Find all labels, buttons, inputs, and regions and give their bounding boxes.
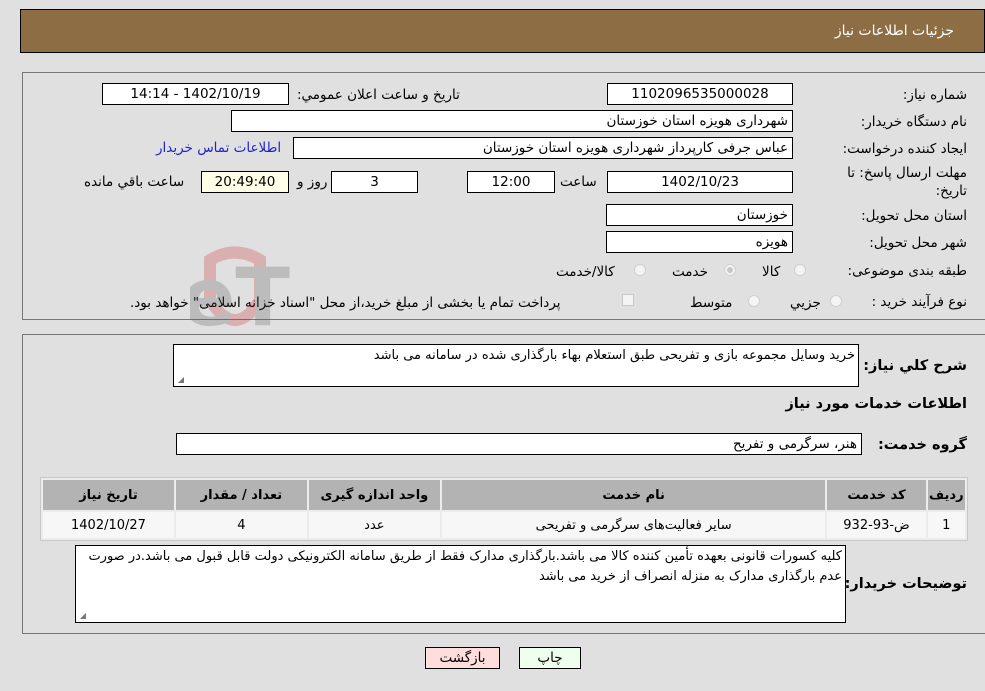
summary-label: شرح کلي نیاز: <box>863 358 967 374</box>
requester-field: عباس جرفی کارپرداز شهرداری هویزه استان خ… <box>293 137 793 159</box>
col-header-service-name: نام خدمت <box>441 480 826 510</box>
time-remaining-field: 20:49:40 <box>201 171 289 193</box>
service-group-field: هنر، سرگرمی و تفریح <box>176 433 862 455</box>
need-number-label: شماره نیاز: <box>902 87 967 103</box>
resize-grip-icon[interactable]: ◢ <box>176 376 184 384</box>
treasury-checkbox[interactable] <box>622 294 634 306</box>
back-button[interactable]: بازگشت <box>425 647 500 669</box>
purchase-type-label: نوع فرآیند خرید : <box>871 294 967 310</box>
deadline-label: مهلت ارسال پاسخ: تا <box>847 165 967 181</box>
page-title: جزئیات اطلاعات نیاز <box>834 23 954 39</box>
col-header-need-date: تاریخ نیاز <box>43 480 174 510</box>
category-option-service: خدمت <box>672 264 708 280</box>
summary-text: خرید وسایل مجموعه بازی و تفریحی طبق استع… <box>373 348 855 363</box>
time-remaining-label: ساعت باقي مانده <box>84 174 185 190</box>
deadline-time-field: 12:00 <box>467 171 555 193</box>
announce-datetime-field: 1402/10/19 - 14:14 <box>102 83 289 105</box>
requester-label: ایجاد کننده درخواست: <box>842 141 967 157</box>
category-radio-service[interactable] <box>724 264 736 276</box>
services-table: ردیف کد خدمت نام خدمت واحد اندازه گیری ت… <box>40 477 968 541</box>
table-header-row: ردیف کد خدمت نام خدمت واحد اندازه گیری ت… <box>43 480 965 510</box>
deadline-date-field: 1402/10/23 <box>607 171 793 193</box>
col-header-quantity: تعداد / مقدار <box>175 480 307 510</box>
purchase-option-medium: متوسط <box>690 295 733 311</box>
service-group-label: گروه خدمت: <box>877 437 967 453</box>
buyer-notes-label: توضیحات خریدار: <box>844 576 967 592</box>
col-header-unit: واحد اندازه گیری <box>308 480 440 510</box>
cell-quantity: 4 <box>175 512 307 538</box>
cell-need-date: 1402/10/27 <box>43 512 174 538</box>
purchase-radio-medium[interactable] <box>748 295 760 307</box>
category-label: طبقه بندی موضوعی: <box>847 263 967 279</box>
category-option-goods: کالا <box>762 264 781 280</box>
days-label: روز و <box>297 174 328 190</box>
cell-service-code: ض-93-932 <box>827 512 926 538</box>
page-header: جزئیات اطلاعات نیاز <box>20 9 985 53</box>
print-button[interactable]: چاپ <box>519 647 581 669</box>
category-radio-goods[interactable] <box>794 264 806 276</box>
buyer-org-field: شهرداری هویزه استان خوزستان <box>231 110 793 132</box>
services-section-title: اطلاعات خدمات مورد نیاز <box>785 396 967 412</box>
buyer-org-label: نام دستگاه خریدار: <box>860 114 967 130</box>
category-radio-goods-service[interactable] <box>634 264 646 276</box>
purchase-option-minor: جزیي <box>790 295 821 311</box>
days-remaining-field: 3 <box>331 171 418 193</box>
cell-unit: عدد <box>308 512 440 538</box>
delivery-province-field: خوزستان <box>606 204 793 226</box>
buyer-notes-text: کلیه کسورات قانونی بعهده تأمین کننده کال… <box>88 549 842 584</box>
need-number-field: 1102096535000028 <box>607 83 793 105</box>
deadline-label-2: تاریخ: <box>935 183 967 199</box>
resize-grip-icon[interactable]: ◢ <box>78 612 86 620</box>
delivery-city-label: شهر محل تحویل: <box>869 235 967 251</box>
col-header-service-code: کد خدمت <box>827 480 926 510</box>
cell-service-name: سایر فعالیت‌های سرگرمی و تفریحی <box>441 512 826 538</box>
delivery-province-label: استان محل تحویل: <box>861 208 967 224</box>
treasury-note: پرداخت تمام یا بخشی از مبلغ خرید،از محل … <box>130 295 561 311</box>
purchase-radio-minor[interactable] <box>830 295 842 307</box>
summary-textarea[interactable]: خرید وسایل مجموعه بازی و تفریحی طبق استع… <box>173 344 859 387</box>
deadline-time-label: ساعت <box>560 174 597 190</box>
delivery-city-field: هویزه <box>606 231 793 253</box>
category-option-goods-service: کالا/خدمت <box>556 264 615 280</box>
table-row: 1 ض-93-932 سایر فعالیت‌های سرگرمی و تفری… <box>43 512 965 538</box>
col-header-row-number: ردیف <box>927 480 965 510</box>
announce-datetime-label: تاریخ و ساعت اعلان عمومي: <box>297 87 460 103</box>
buyer-contact-link[interactable]: اطلاعات تماس خریدار <box>156 140 281 156</box>
buyer-notes-textarea[interactable]: کلیه کسورات قانونی بعهده تأمین کننده کال… <box>75 545 846 623</box>
cell-row-number: 1 <box>927 512 965 538</box>
